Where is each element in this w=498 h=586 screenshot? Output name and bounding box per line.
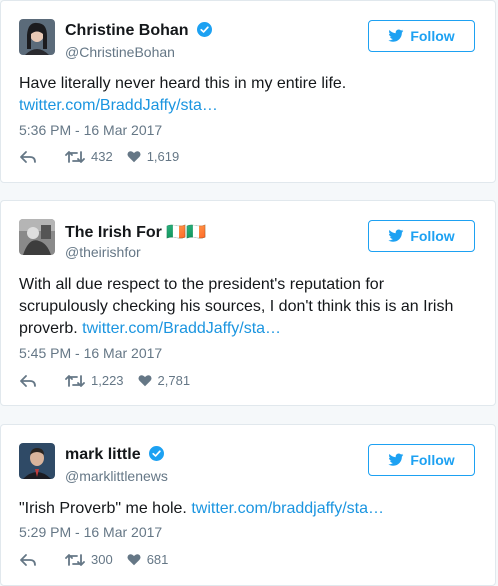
reply-icon [20,553,36,566]
follow-label: Follow [410,452,455,468]
man-portrait-avatar-icon [19,443,55,479]
tweet-actions: 300 681 [19,552,182,567]
tweet-text: With all due respect to the president's … [19,274,479,340]
reply-icon [20,374,36,387]
like-count: 681 [146,552,169,567]
retweet-icon [65,553,85,566]
display-name[interactable]: Christine Bohan [65,22,213,40]
woman-portrait-avatar-icon [19,19,55,55]
like-button[interactable]: 681 [127,552,169,567]
heart-icon [127,554,141,566]
follow-label: Follow [410,228,455,244]
avatar[interactable] [19,219,55,255]
reply-button[interactable] [19,553,43,567]
like-count: 1,619 [146,149,180,164]
reply-button[interactable] [19,374,43,388]
like-button[interactable]: 2,781 [138,373,191,388]
heart-icon [138,375,152,387]
retweet-button[interactable]: 1,223 [65,373,124,388]
tweet-card: mark little @marklittlenews Follow "Iris… [0,424,496,586]
tweet-link[interactable]: twitter.com/BraddJaffy/sta… [19,95,479,117]
retweet-count: 1,223 [91,373,124,388]
reply-icon [20,150,36,163]
follow-label: Follow [410,28,455,44]
tweet-timestamp[interactable]: 5:36 PM - 16 Mar 2017 [19,122,162,138]
tweet-text: Have literally never heard this in my en… [19,73,479,117]
follow-button[interactable]: Follow [368,20,475,52]
verified-badge-icon [197,22,213,37]
twitter-bird-icon [388,229,404,242]
follow-button[interactable]: Follow [368,220,475,252]
like-count: 2,781 [157,373,191,388]
retweet-icon [65,374,85,387]
tweet-timestamp[interactable]: 5:29 PM - 16 Mar 2017 [19,524,162,540]
twitter-bird-icon [388,29,404,42]
reply-button[interactable] [19,150,43,164]
tweet-text: "Irish Proverb" me hole. twitter.com/bra… [19,498,479,520]
display-name[interactable]: mark little [65,446,165,464]
tweet-link[interactable]: twitter.com/BraddJaffy/sta… [82,320,281,337]
tweet-text-line: scrupulously checking his sources, I don… [19,298,454,315]
like-button[interactable]: 1,619 [127,149,180,164]
display-name-text: mark little [65,446,141,463]
retweet-icon [65,150,85,163]
tweet-text-line: With all due respect to the president's … [19,276,385,293]
user-handle[interactable]: @theirishfor [65,244,141,260]
display-name[interactable]: The Irish For 🇮🇪🇮🇪 [65,222,206,242]
heart-icon [127,151,141,163]
grayscale-photo-avatar-icon [19,219,55,255]
tweet-text-line: Have literally never heard this in my en… [19,75,347,92]
follow-button[interactable]: Follow [368,444,475,476]
tweet-card: Christine Bohan @ChristineBohan Follow H… [0,0,496,183]
twitter-bird-icon [388,453,404,466]
display-name-text: Christine Bohan [65,22,189,39]
retweet-button[interactable]: 432 [65,149,113,164]
tweet-text-fragment: "Irish Proverb" me hole. [19,500,187,517]
avatar[interactable] [19,19,55,55]
user-handle[interactable]: @ChristineBohan [65,44,175,60]
avatar[interactable] [19,443,55,479]
tweet-actions: 432 1,619 [19,149,193,164]
tweet-timestamp[interactable]: 5:45 PM - 16 Mar 2017 [19,345,162,361]
verified-badge-icon [149,446,165,461]
tweet-text-line: proverb. twitter.com/BraddJaffy/sta… [19,318,479,340]
retweet-count: 432 [91,149,113,164]
tweet-link[interactable]: twitter.com/braddjaffy/sta… [191,500,384,517]
retweet-count: 300 [91,552,113,567]
tweet-actions: 1,223 2,781 [19,373,204,388]
tweet-text-fragment: proverb. [19,320,78,337]
user-handle[interactable]: @marklittlenews [65,468,168,484]
tweet-card: The Irish For 🇮🇪🇮🇪 @theirishfor Follow W… [0,200,496,406]
retweet-button[interactable]: 300 [65,552,113,567]
